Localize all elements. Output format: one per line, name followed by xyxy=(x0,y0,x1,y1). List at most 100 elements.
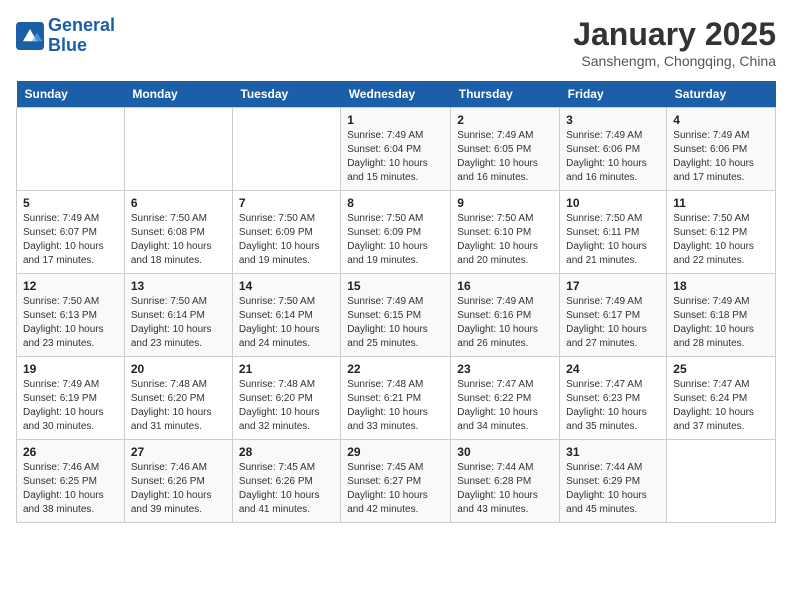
calendar-cell: 20 Sunrise: 7:48 AM Sunset: 6:20 PM Dayli… xyxy=(124,357,232,440)
day-number: 5 xyxy=(23,196,118,210)
day-info: Sunrise: 7:50 AM Sunset: 6:11 PM Dayligh… xyxy=(566,212,660,268)
day-info: Sunrise: 7:49 AM Sunset: 6:18 PM Dayligh… xyxy=(673,295,769,351)
day-of-week-header: Saturday xyxy=(667,81,776,108)
calendar-cell xyxy=(17,108,125,191)
day-number: 15 xyxy=(347,279,444,293)
day-info: Sunrise: 7:49 AM Sunset: 6:04 PM Dayligh… xyxy=(347,129,444,185)
day-number: 12 xyxy=(23,279,118,293)
calendar-cell: 2 Sunrise: 7:49 AM Sunset: 6:05 PM Daylig… xyxy=(451,108,560,191)
day-number: 10 xyxy=(566,196,660,210)
calendar-cell: 15 Sunrise: 7:49 AM Sunset: 6:15 PM Dayli… xyxy=(341,274,451,357)
calendar-cell: 27Sunrise: 7:46 AM Sunset: 6:26 PM Dayli… xyxy=(124,440,232,523)
day-info: Sunrise: 7:44 AM Sunset: 6:29 PM Dayligh… xyxy=(566,461,660,517)
day-of-week-header: Tuesday xyxy=(232,81,340,108)
day-info: Sunrise: 7:48 AM Sunset: 6:20 PM Dayligh… xyxy=(239,378,334,434)
calendar-table: SundayMondayTuesdayWednesdayThursdayFrid… xyxy=(16,81,776,523)
day-number: 25 xyxy=(673,362,769,376)
calendar-cell: 29Sunrise: 7:45 AM Sunset: 6:27 PM Dayli… xyxy=(341,440,451,523)
day-info: Sunrise: 7:50 AM Sunset: 6:13 PM Dayligh… xyxy=(23,295,118,351)
day-info: Sunrise: 7:48 AM Sunset: 6:20 PM Dayligh… xyxy=(131,378,226,434)
calendar-cell: 1Sunrise: 7:49 AM Sunset: 6:04 PM Daylig… xyxy=(341,108,451,191)
calendar-cell: 9 Sunrise: 7:50 AM Sunset: 6:10 PM Daylig… xyxy=(451,191,560,274)
calendar-cell: 19 Sunrise: 7:49 AM Sunset: 6:19 PM Dayli… xyxy=(17,357,125,440)
calendar-cell: 26 Sunrise: 7:46 AM Sunset: 6:25 PM Dayli… xyxy=(17,440,125,523)
day-number: 19 xyxy=(23,362,118,376)
calendar-cell xyxy=(667,440,776,523)
day-info: Sunrise: 7:49 AM Sunset: 6:07 PM Dayligh… xyxy=(23,212,118,268)
calendar-cell xyxy=(124,108,232,191)
calendar-cell: 4Sunrise: 7:49 AM Sunset: 6:06 PM Daylig… xyxy=(667,108,776,191)
page-header: General Blue January 2025 Sanshengm, Cho… xyxy=(16,16,776,69)
day-number: 13 xyxy=(131,279,226,293)
day-info: Sunrise: 7:47 AM Sunset: 6:23 PM Dayligh… xyxy=(566,378,660,434)
day-number: 9 xyxy=(457,196,553,210)
day-number: 26 xyxy=(23,445,118,459)
day-number: 17 xyxy=(566,279,660,293)
day-of-week-header: Wednesday xyxy=(341,81,451,108)
day-number: 23 xyxy=(457,362,553,376)
calendar-cell: 11 Sunrise: 7:50 AM Sunset: 6:12 PM Dayli… xyxy=(667,191,776,274)
calendar-cell: 5 Sunrise: 7:49 AM Sunset: 6:07 PM Daylig… xyxy=(17,191,125,274)
logo-text: General Blue xyxy=(48,16,115,56)
calendar-week-row: 26 Sunrise: 7:46 AM Sunset: 6:25 PM Dayli… xyxy=(17,440,776,523)
day-number: 14 xyxy=(239,279,334,293)
day-info: Sunrise: 7:49 AM Sunset: 6:17 PM Dayligh… xyxy=(566,295,660,351)
day-number: 18 xyxy=(673,279,769,293)
location-subtitle: Sanshengm, Chongqing, China xyxy=(573,53,776,69)
title-block: January 2025 Sanshengm, Chongqing, China xyxy=(573,16,776,69)
logo-line2: Blue xyxy=(48,35,87,55)
day-info: Sunrise: 7:50 AM Sunset: 6:14 PM Dayligh… xyxy=(239,295,334,351)
calendar-cell: 21 Sunrise: 7:48 AM Sunset: 6:20 PM Dayli… xyxy=(232,357,340,440)
calendar-cell: 14 Sunrise: 7:50 AM Sunset: 6:14 PM Dayli… xyxy=(232,274,340,357)
day-info: Sunrise: 7:50 AM Sunset: 6:10 PM Dayligh… xyxy=(457,212,553,268)
calendar-cell: 31 Sunrise: 7:44 AM Sunset: 6:29 PM Dayli… xyxy=(560,440,667,523)
day-info: Sunrise: 7:44 AM Sunset: 6:28 PM Dayligh… xyxy=(457,461,553,517)
calendar-cell: 10 Sunrise: 7:50 AM Sunset: 6:11 PM Dayli… xyxy=(560,191,667,274)
day-info: Sunrise: 7:50 AM Sunset: 6:09 PM Dayligh… xyxy=(347,212,444,268)
day-number: 11 xyxy=(673,196,769,210)
day-of-week-header: Sunday xyxy=(17,81,125,108)
calendar-cell: 8 Sunrise: 7:50 AM Sunset: 6:09 PM Daylig… xyxy=(341,191,451,274)
calendar-cell: 12 Sunrise: 7:50 AM Sunset: 6:13 PM Dayli… xyxy=(17,274,125,357)
calendar-cell: 23 Sunrise: 7:47 AM Sunset: 6:22 PM Dayli… xyxy=(451,357,560,440)
calendar-week-row: 12 Sunrise: 7:50 AM Sunset: 6:13 PM Dayli… xyxy=(17,274,776,357)
day-number: 29 xyxy=(347,445,444,459)
day-info: Sunrise: 7:49 AM Sunset: 6:15 PM Dayligh… xyxy=(347,295,444,351)
day-info: Sunrise: 7:50 AM Sunset: 6:14 PM Dayligh… xyxy=(131,295,226,351)
day-number: 7 xyxy=(239,196,334,210)
day-number: 6 xyxy=(131,196,226,210)
day-info: Sunrise: 7:49 AM Sunset: 6:06 PM Dayligh… xyxy=(566,129,660,185)
logo-icon xyxy=(16,22,44,50)
calendar-week-row: 5 Sunrise: 7:49 AM Sunset: 6:07 PM Daylig… xyxy=(17,191,776,274)
day-info: Sunrise: 7:49 AM Sunset: 6:16 PM Dayligh… xyxy=(457,295,553,351)
day-number: 2 xyxy=(457,113,553,127)
day-number: 28 xyxy=(239,445,334,459)
day-info: Sunrise: 7:49 AM Sunset: 6:06 PM Dayligh… xyxy=(673,129,769,185)
calendar-cell: 7Sunrise: 7:50 AM Sunset: 6:09 PM Daylig… xyxy=(232,191,340,274)
day-info: Sunrise: 7:49 AM Sunset: 6:05 PM Dayligh… xyxy=(457,129,553,185)
day-info: Sunrise: 7:47 AM Sunset: 6:24 PM Dayligh… xyxy=(673,378,769,434)
calendar-cell: 28 Sunrise: 7:45 AM Sunset: 6:26 PM Dayli… xyxy=(232,440,340,523)
day-info: Sunrise: 7:46 AM Sunset: 6:25 PM Dayligh… xyxy=(23,461,118,517)
calendar-cell: 22 Sunrise: 7:48 AM Sunset: 6:21 PM Dayli… xyxy=(341,357,451,440)
day-info: Sunrise: 7:47 AM Sunset: 6:22 PM Dayligh… xyxy=(457,378,553,434)
month-title: January 2025 xyxy=(573,16,776,53)
calendar-cell: 25 Sunrise: 7:47 AM Sunset: 6:24 PM Dayli… xyxy=(667,357,776,440)
calendar-week-row: 1Sunrise: 7:49 AM Sunset: 6:04 PM Daylig… xyxy=(17,108,776,191)
logo-line1: General xyxy=(48,15,115,35)
day-info: Sunrise: 7:48 AM Sunset: 6:21 PM Dayligh… xyxy=(347,378,444,434)
day-number: 21 xyxy=(239,362,334,376)
day-number: 20 xyxy=(131,362,226,376)
calendar-header-row: SundayMondayTuesdayWednesdayThursdayFrid… xyxy=(17,81,776,108)
day-number: 31 xyxy=(566,445,660,459)
day-number: 8 xyxy=(347,196,444,210)
day-info: Sunrise: 7:49 AM Sunset: 6:19 PM Dayligh… xyxy=(23,378,118,434)
day-number: 24 xyxy=(566,362,660,376)
calendar-cell: 30Sunrise: 7:44 AM Sunset: 6:28 PM Dayli… xyxy=(451,440,560,523)
day-info: Sunrise: 7:45 AM Sunset: 6:26 PM Dayligh… xyxy=(239,461,334,517)
day-info: Sunrise: 7:50 AM Sunset: 6:08 PM Dayligh… xyxy=(131,212,226,268)
day-of-week-header: Thursday xyxy=(451,81,560,108)
day-number: 3 xyxy=(566,113,660,127)
day-number: 22 xyxy=(347,362,444,376)
day-info: Sunrise: 7:50 AM Sunset: 6:12 PM Dayligh… xyxy=(673,212,769,268)
